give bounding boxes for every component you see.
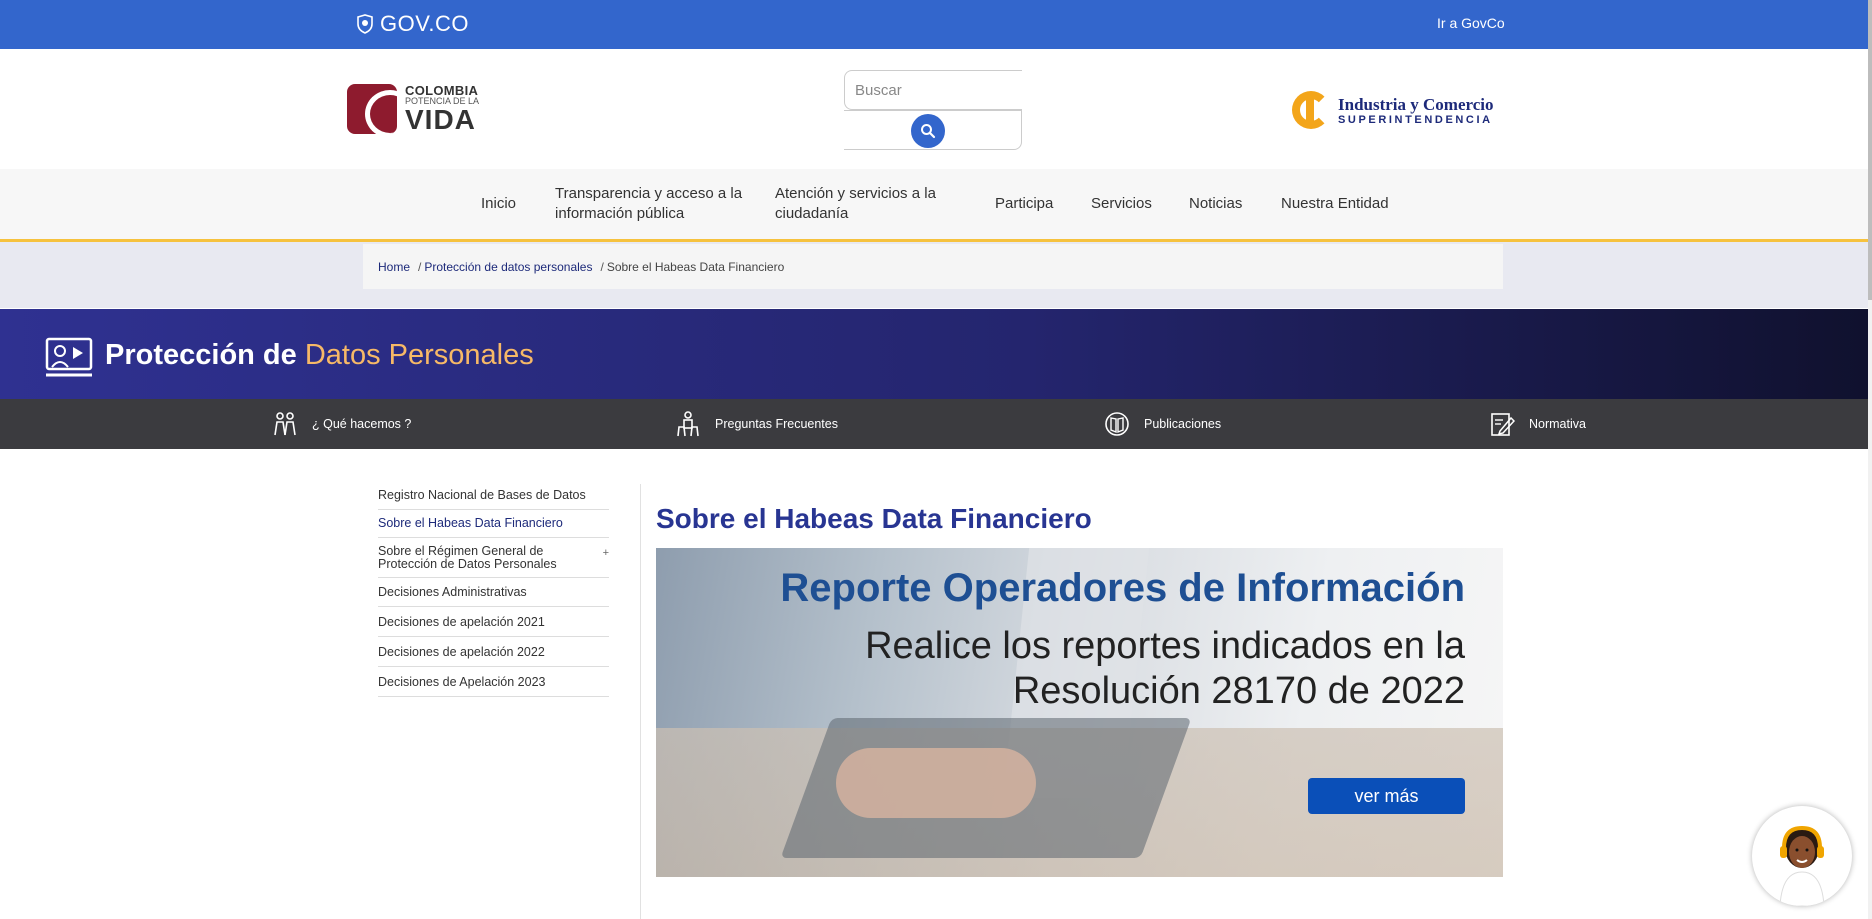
section-banner: Protección de Datos Personales (0, 309, 1868, 399)
nav-item-inicio[interactable]: Inicio (481, 194, 516, 214)
govco-bar: GOV.CO Ir a GovCo (0, 0, 1868, 49)
hero-subheading: Realice los reportes indicados en la Res… (865, 625, 1465, 712)
colombia-logo-line3: VIDA (405, 104, 476, 135)
sidebar-item-regimen-general[interactable]: Sobre el Régimen General de Protección d… (378, 538, 609, 578)
subnav-label: Publicaciones (1144, 417, 1222, 431)
subnav-label: Preguntas Frecuentes (715, 417, 838, 431)
breadcrumb: Home / Protección de datos personales / … (363, 244, 1503, 289)
sic-logo-mark-icon (1292, 89, 1332, 133)
section-title: Protección de Datos Personales (105, 339, 534, 372)
nav-item-servicios[interactable]: Servicios (1091, 194, 1152, 214)
nav-item-nuestra-entidad[interactable]: Nuestra Entidad (1281, 194, 1389, 214)
colombia-logo-mark-icon (347, 84, 397, 134)
sic-logo-line2: SUPERINTENDENCIA (1338, 114, 1493, 127)
presentation-icon (45, 337, 93, 377)
subnav-label: ¿ Qué hacemos ? (312, 417, 412, 431)
search-input[interactable] (844, 70, 1022, 110)
sic-logo[interactable]: Industria y Comercio SUPERINTENDENCIA (1292, 89, 1502, 133)
site-header: COLOMBIA POTENCIA DE LA VIDA I (0, 49, 1868, 169)
colombia-potencia-logo[interactable]: COLOMBIA POTENCIA DE LA VIDA (347, 83, 487, 135)
subnav-item-preguntas-frecuentes[interactable]: Preguntas Frecuentes (675, 410, 838, 438)
subnav-label: Normativa (1529, 417, 1586, 431)
sidebar-item-apelacion-2021[interactable]: Decisiones de apelación 2021 (378, 607, 609, 637)
go-to-govco-link[interactable]: Ir a GovCo (1437, 15, 1505, 31)
breadcrumb-band: Home / Protección de datos personales / … (0, 242, 1868, 308)
nav-item-noticias[interactable]: Noticias (1189, 194, 1242, 214)
hero-heading: Reporte Operadores de Información (780, 566, 1465, 610)
subnav-item-publicaciones[interactable]: Publicaciones (1104, 410, 1221, 438)
section-subnav: ¿ Qué hacemos ? Preguntas Frecuentes Pub… (0, 399, 1868, 449)
hero-banner[interactable]: Reporte Operadores de Información Realic… (656, 548, 1503, 877)
sidebar-item-habeas-data-financiero[interactable]: Sobre el Habeas Data Financiero (378, 510, 609, 539)
sidebar-item-apelacion-2023[interactable]: Decisiones de Apelación 2023 (378, 667, 609, 697)
nav-item-participa[interactable]: Participa (995, 194, 1053, 214)
govco-shield-icon (357, 14, 373, 34)
govco-logo-text: GOV.CO (380, 11, 469, 36)
virtual-assistant-button[interactable] (1752, 806, 1852, 906)
page-title: Sobre el Habeas Data Financiero (656, 503, 1092, 534)
subnav-item-normativa[interactable]: Normativa (1489, 410, 1586, 438)
nav-item-transparencia[interactable]: Transparencia y acceso a la información … (555, 184, 745, 224)
breadcrumb-separator: / (418, 259, 422, 274)
search-button[interactable] (911, 114, 945, 148)
govco-logo[interactable]: GOV.CO (356, 10, 469, 38)
breadcrumb-proteccion[interactable]: Protección de datos personales (424, 260, 592, 274)
ver-mas-button[interactable]: ver más (1308, 778, 1465, 814)
sidebar-item-decisiones-administrativas[interactable]: Decisiones Administrativas (378, 578, 609, 607)
page: GOV.CO Ir a GovCo COLOMBIA POTENCIA DE L… (0, 0, 1872, 919)
expand-plus-icon[interactable]: + (603, 548, 609, 560)
page-scrollbar-thumb[interactable] (1868, 0, 1872, 300)
book-icon (1105, 412, 1129, 436)
subnav-item-que-hacemos[interactable]: ¿ Qué hacemos ? (272, 410, 411, 438)
breadcrumb-current: Sobre el Habeas Data Financiero (606, 259, 785, 274)
sidebar-item-apelacion-2022[interactable]: Decisiones de apelación 2022 (378, 637, 609, 667)
nav-item-atencion[interactable]: Atención y servicios a la ciudadanía (775, 184, 955, 224)
search-icon (921, 124, 936, 139)
sic-logo-line1: Industria y Comercio (1338, 94, 1494, 114)
section-title-highlight: Datos Personales (304, 339, 534, 371)
main-nav: Inicio Transparencia y acceso a la infor… (0, 169, 1868, 242)
section-title-bold: Protección de (105, 339, 297, 371)
hero-bg-hands (836, 748, 1036, 818)
breadcrumb-separator: / (600, 259, 604, 274)
sidebar-menu: Registro Nacional de Bases de Datos Sobr… (378, 484, 609, 697)
sidebar-item-label: Sobre el Régimen General de Protección d… (378, 544, 557, 572)
question-people-icon (677, 411, 699, 437)
assistant-avatar-icon (1779, 825, 1825, 906)
content-divider (640, 484, 641, 919)
search-box (844, 70, 1022, 150)
sidebar-item-registro-nacional[interactable]: Registro Nacional de Bases de Datos (378, 484, 609, 511)
people-icon (274, 412, 296, 436)
edit-document-icon (1491, 413, 1515, 436)
breadcrumb-home[interactable]: Home (378, 260, 410, 274)
search-button-row (844, 110, 1022, 150)
